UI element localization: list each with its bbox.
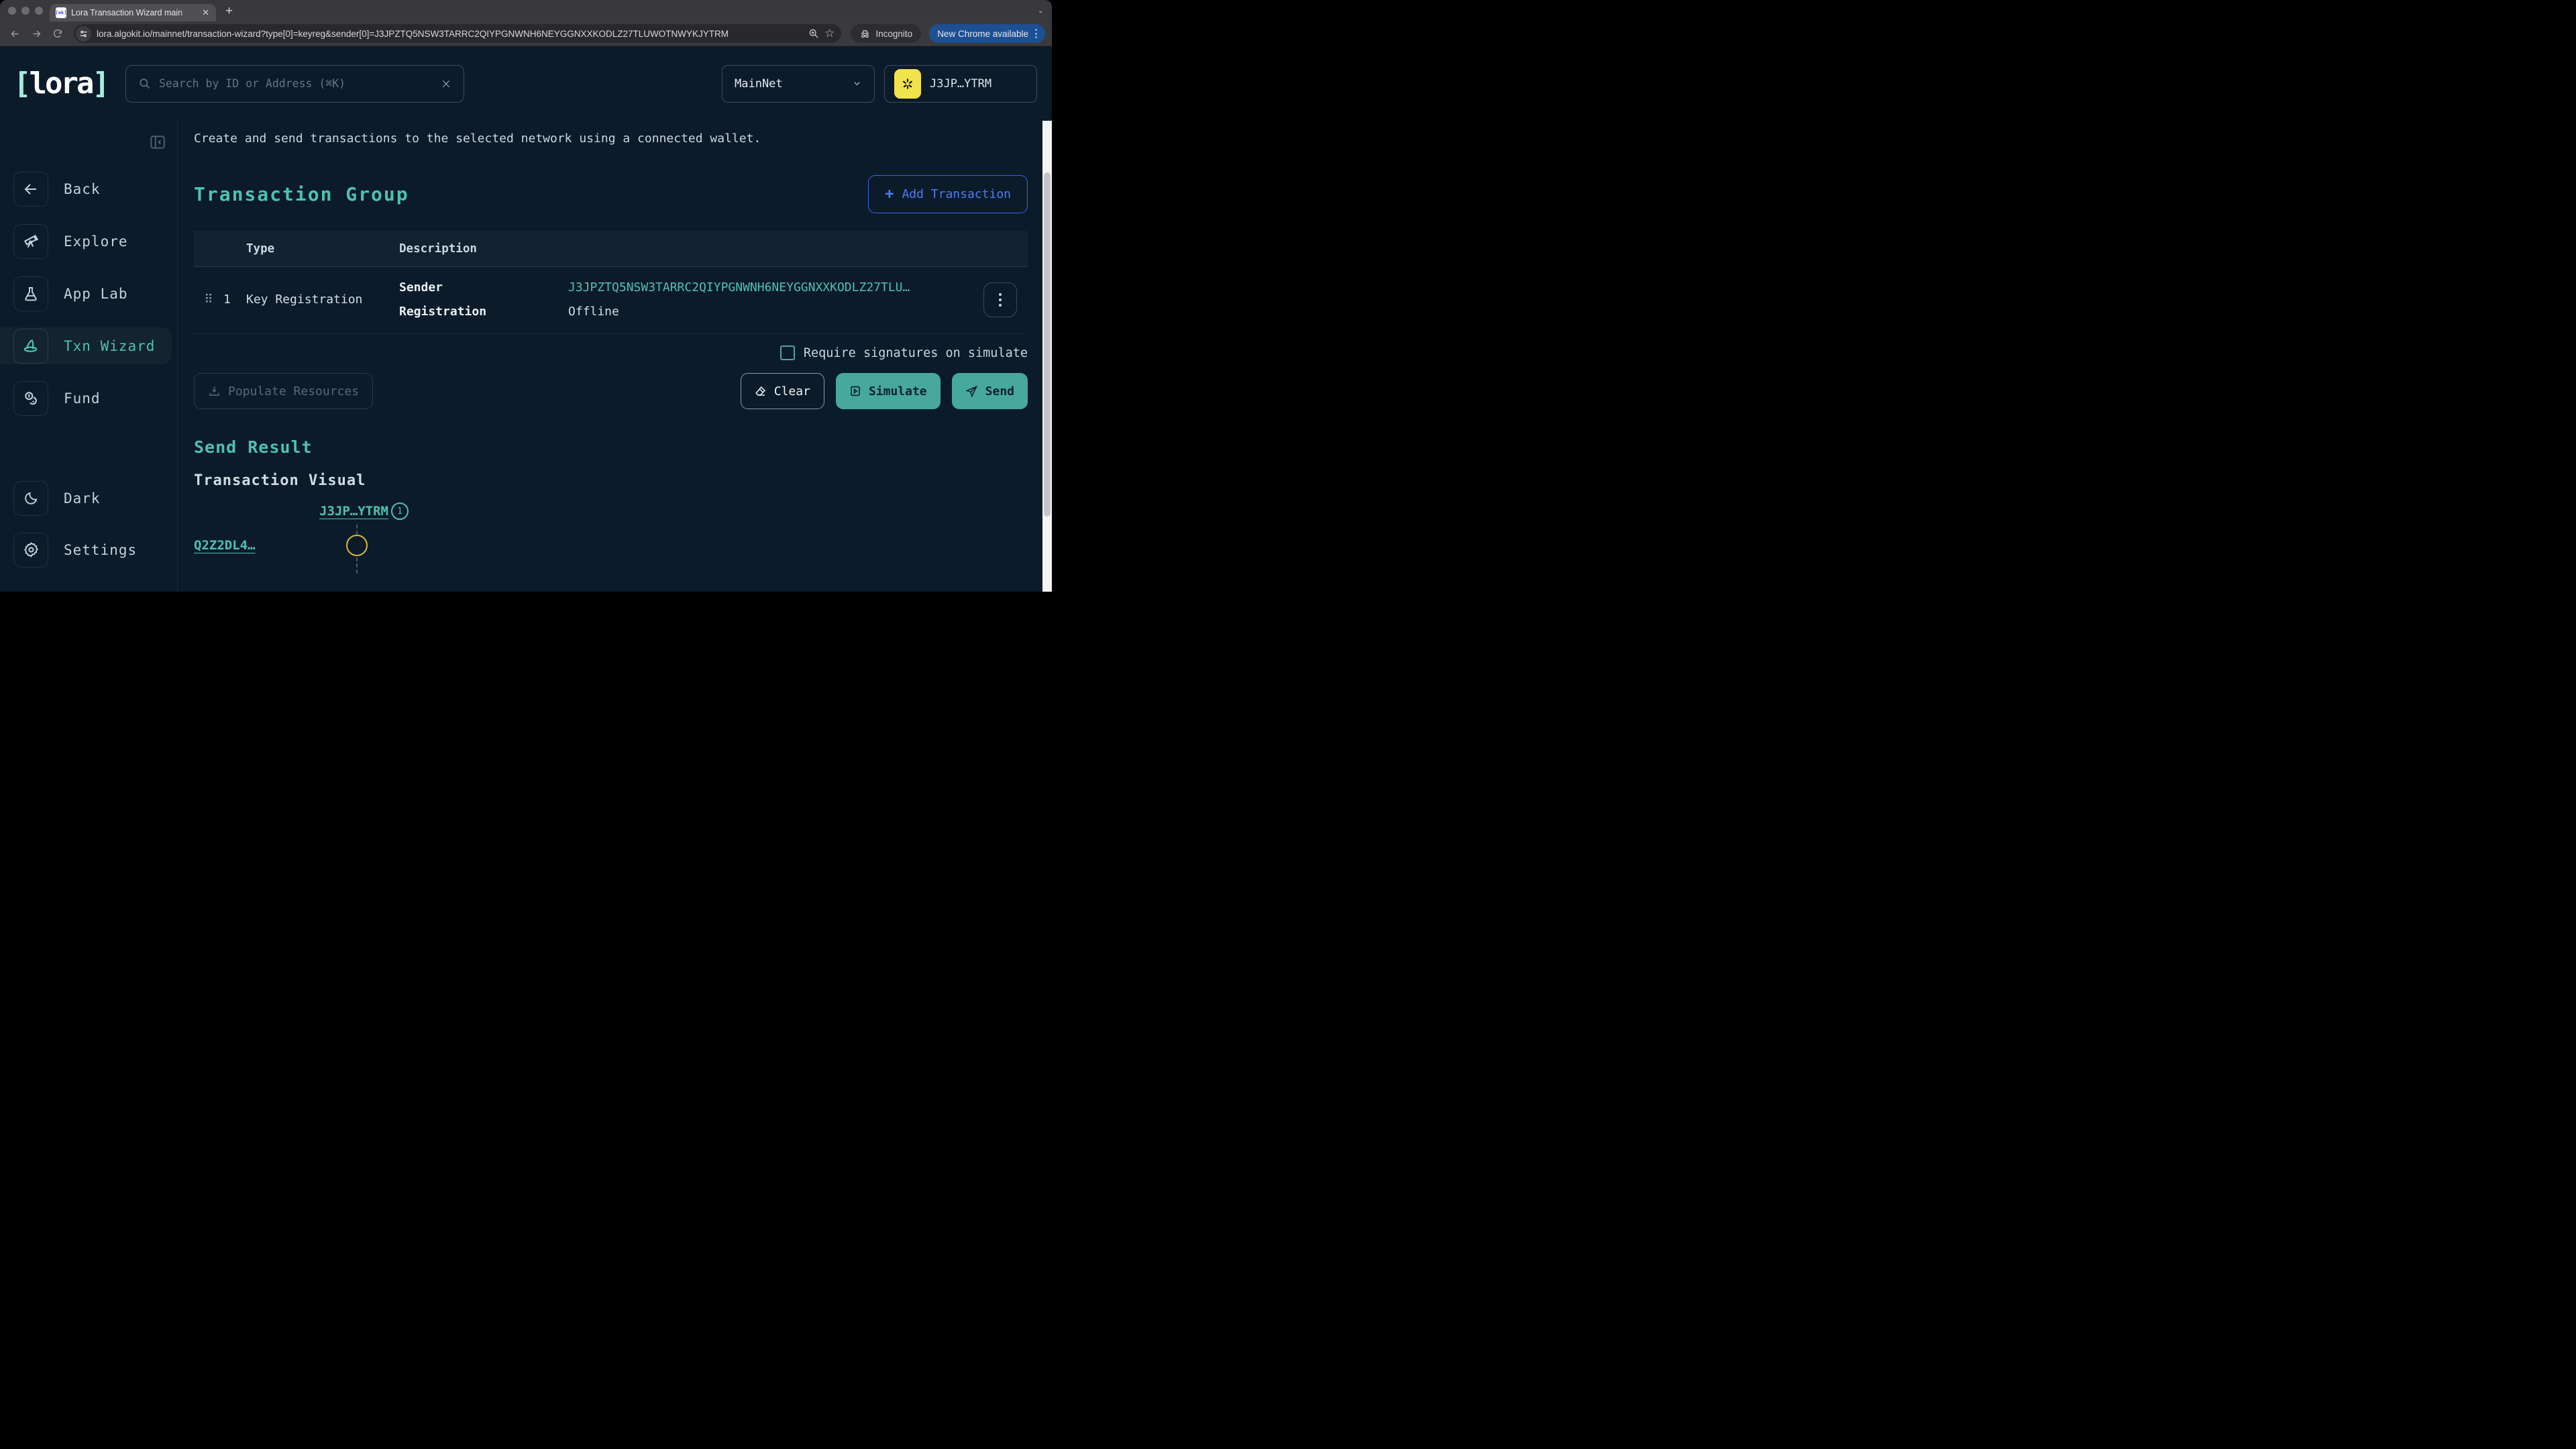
new-tab-button[interactable]: + <box>225 5 233 17</box>
bookmark-star-icon[interactable]: ☆ <box>824 27 835 40</box>
plus-icon: + <box>885 186 894 203</box>
transaction-visual: J3JP…YTRM 1 Q2Z2DL4… <box>194 502 1028 603</box>
transaction-group-title: Transaction Group <box>194 183 409 205</box>
keyreg-node-circle[interactable] <box>346 535 368 556</box>
network-select-value: MainNet <box>735 77 783 91</box>
zoom-page-icon[interactable] <box>808 28 819 39</box>
window-controls[interactable] <box>0 7 50 15</box>
moon-icon <box>13 481 48 516</box>
clear-button[interactable]: Clear <box>741 373 824 409</box>
sidebar-item-back[interactable]: Back <box>0 170 177 207</box>
column-header-type: Type <box>246 242 399 256</box>
wallet-provider-icon <box>894 69 921 99</box>
populate-resources-button[interactable]: Populate Resources <box>194 373 373 409</box>
row-index: 1 <box>223 292 246 307</box>
sidebar-item-settings[interactable]: Settings <box>0 531 177 568</box>
chrome-update-button[interactable]: New Chrome available <box>929 24 1045 43</box>
table-row[interactable]: ⠿ 1 Key Registration Sender J3JPZTQ5NSW3… <box>194 267 1028 334</box>
sidebar-item-txn-wizard[interactable]: Txn Wizard <box>0 327 172 364</box>
sidebar-item-dark-mode[interactable]: Dark <box>0 480 177 517</box>
url-text[interactable]: lora.algokit.io/mainnet/transaction-wiza… <box>97 29 803 39</box>
sidebar-item-fund[interactable]: Fund <box>0 380 177 417</box>
app-header: [lora] MainNet J3JP…YTRM <box>0 46 1052 121</box>
tab-search-chevron-icon[interactable]: ⌄ <box>1038 6 1044 15</box>
incognito-label: Incognito <box>875 29 912 39</box>
sender-address-link[interactable]: J3JPZTQ5NSW3TARRC2QIYPGNWNH6NEYGGNXXKODL… <box>568 280 951 294</box>
page-scrollbar[interactable] <box>1042 121 1052 592</box>
require-signatures-checkbox[interactable] <box>780 345 795 360</box>
reload-icon[interactable] <box>48 24 67 43</box>
send-result-title: Send Result <box>194 437 1028 457</box>
tab-favicon: [ak] <box>56 7 66 18</box>
row-menu-button[interactable] <box>983 282 1017 317</box>
wizard-hat-icon <box>13 329 48 364</box>
transaction-id-link[interactable]: Q2Z2DL4… <box>194 538 256 553</box>
tab-close-icon[interactable]: ✕ <box>202 7 209 18</box>
scrollbar-thumb[interactable] <box>1044 172 1051 517</box>
lora-app: [lora] MainNet J3JP…YTRM <box>0 46 1052 592</box>
eraser-icon <box>755 385 767 397</box>
visual-dashed-line <box>356 525 358 535</box>
drag-handle-icon[interactable]: ⠿ <box>194 292 223 307</box>
flask-icon <box>13 276 48 311</box>
sidebar-item-app-lab[interactable]: App Lab <box>0 275 177 312</box>
account-count-badge: 1 <box>391 502 409 520</box>
browser-tab[interactable]: [ak] Lora Transaction Wizard main ✕ <box>50 4 216 21</box>
add-transaction-button[interactable]: + Add Transaction <box>868 175 1028 213</box>
page-description: Create and send transactions to the sele… <box>194 131 1028 146</box>
transaction-group-table: Type Description ⠿ 1 Key Registration Se… <box>194 231 1028 334</box>
window-minimize-button[interactable] <box>21 7 30 15</box>
forward-nav-icon[interactable] <box>27 24 46 43</box>
registration-value: Offline <box>568 305 974 319</box>
row-type: Key Registration <box>246 292 399 307</box>
simulate-button[interactable]: Simulate <box>836 373 941 409</box>
search-input[interactable] <box>159 77 433 90</box>
browser-menu-icon[interactable] <box>1035 29 1037 38</box>
main-content: Create and send transactions to the sele… <box>178 121 1052 592</box>
send-plane-icon <box>965 385 978 398</box>
arrow-left-icon <box>13 172 48 207</box>
search-clear-icon[interactable] <box>441 78 451 89</box>
send-button[interactable]: Send <box>952 373 1028 409</box>
lora-logo[interactable]: [lora] <box>13 66 108 101</box>
site-settings-icon[interactable] <box>76 26 91 42</box>
chevron-down-icon <box>852 78 862 89</box>
table-header-row: Type Description <box>194 231 1028 267</box>
field-label-registration: Registration <box>399 305 568 319</box>
network-select[interactable]: MainNet <box>722 65 875 103</box>
tab-title: Lora Transaction Wizard main <box>71 8 197 17</box>
window-close-button[interactable] <box>8 7 16 15</box>
browser-titlebar: [ak] Lora Transaction Wizard main ✕ + ⌄ <box>0 0 1052 21</box>
visual-dashed-line <box>356 557 358 574</box>
coins-icon <box>13 381 48 416</box>
search-box[interactable] <box>125 65 464 103</box>
play-square-icon <box>849 385 861 397</box>
column-header-description: Description <box>399 242 568 256</box>
address-bar[interactable]: lora.algokit.io/mainnet/transaction-wiza… <box>74 24 841 43</box>
wallet-button[interactable]: J3JP…YTRM <box>884 65 1037 103</box>
incognito-icon <box>859 29 871 39</box>
incognito-badge: Incognito <box>851 24 921 43</box>
visual-account-link[interactable]: J3JP…YTRM <box>319 504 388 519</box>
sidebar-collapse-icon[interactable] <box>148 132 168 152</box>
chrome-update-label: New Chrome available <box>937 29 1028 39</box>
back-nav-icon[interactable] <box>5 24 24 43</box>
telescope-icon <box>13 224 48 259</box>
sidebar-item-explore[interactable]: Explore <box>0 223 177 260</box>
gear-icon <box>13 533 48 568</box>
search-icon <box>138 77 151 90</box>
window-zoom-button[interactable] <box>35 7 43 15</box>
browser-toolbar: lora.algokit.io/mainnet/transaction-wiza… <box>0 21 1052 46</box>
field-label-sender: Sender <box>399 280 568 294</box>
sidebar: Back Explore App Lab <box>0 121 178 592</box>
download-tray-icon <box>208 385 221 398</box>
wallet-address: J3JP…YTRM <box>930 77 991 91</box>
require-signatures-label: Require signatures on simulate <box>804 346 1028 360</box>
transaction-visual-title: Transaction Visual <box>194 472 1028 489</box>
